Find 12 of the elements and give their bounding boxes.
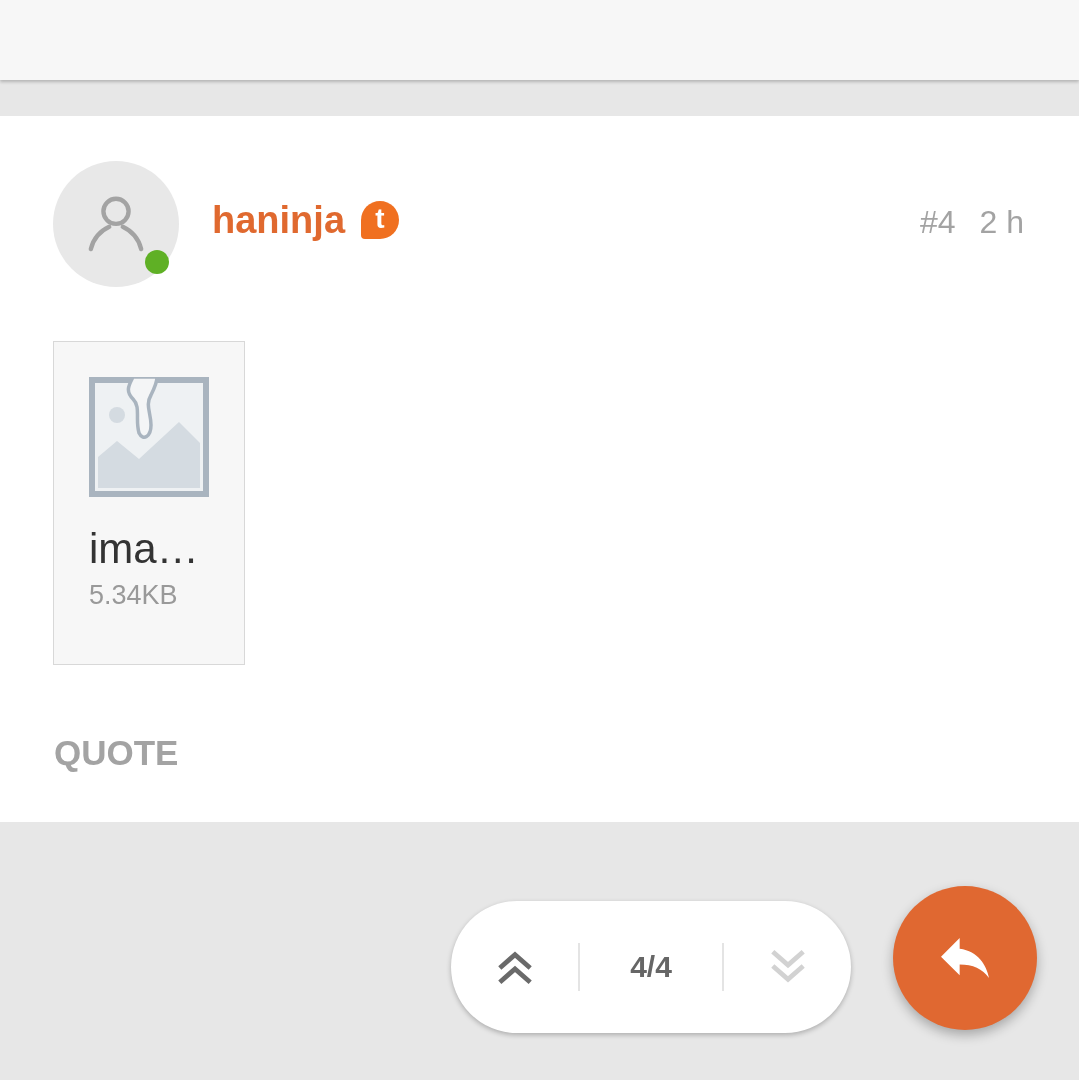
reply-arrow-icon	[941, 938, 989, 978]
page-position: 4/4	[629, 950, 673, 984]
speech-badge: t	[361, 201, 400, 239]
author-name[interactable]: haninja	[212, 198, 346, 242]
post-time: 2 h	[979, 203, 1024, 241]
post-number: #4	[919, 203, 956, 241]
file-size: 5.34KB	[89, 579, 178, 611]
quote-button[interactable]: QUOTE	[54, 733, 179, 773]
file-name: ima…	[89, 525, 199, 573]
broken-image-icon	[89, 377, 209, 497]
reply-button[interactable]	[893, 886, 1037, 1030]
attachment-card[interactable]: ima… 5.34KB	[53, 341, 245, 665]
